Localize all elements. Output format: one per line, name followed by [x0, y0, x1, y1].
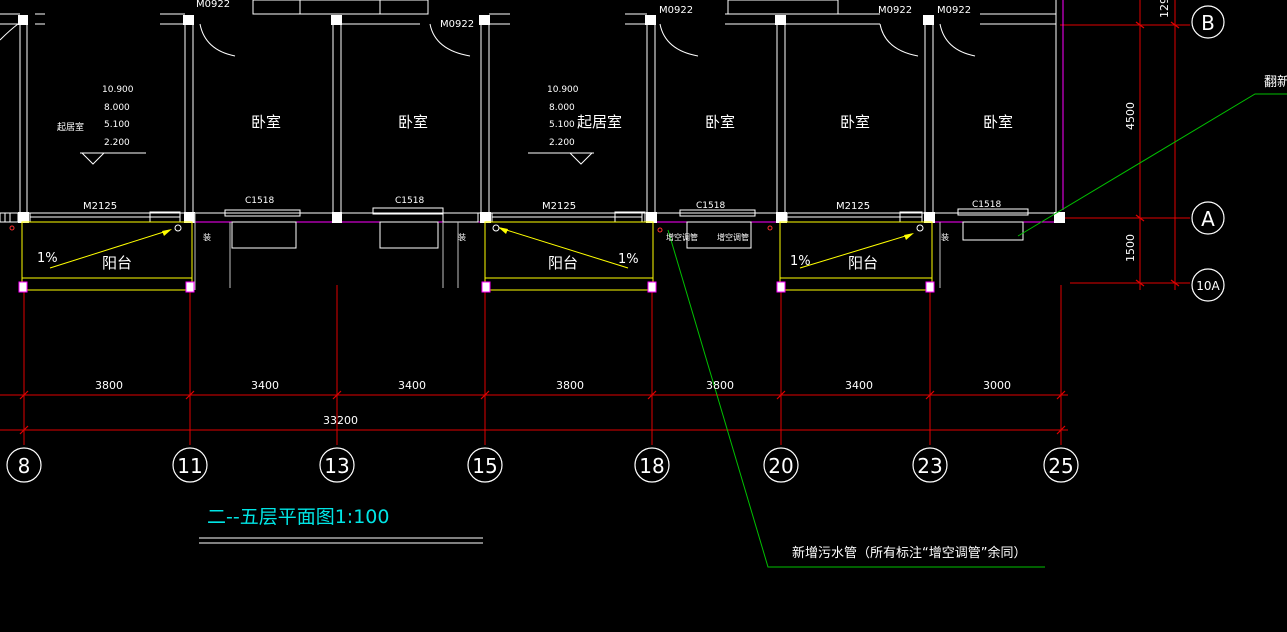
axis-label: 15 — [472, 454, 497, 478]
axis-label: B — [1201, 11, 1215, 35]
window-tag-c1518: C1518 — [696, 201, 725, 211]
axis-label: 13 — [324, 454, 349, 478]
window-tag-c1518: C1518 — [972, 200, 1001, 210]
dimension-ticks — [19, 21, 1180, 435]
leader-note: 新增污水管（所有标注“增空调管”余同） — [792, 545, 1026, 561]
dimension-value: 3400 — [251, 379, 279, 392]
slope-label: 1% — [37, 251, 58, 266]
room-label: 卧室 — [398, 113, 428, 131]
door-tag-m0922: M0922 — [440, 19, 474, 30]
axis-label: 8 — [18, 454, 31, 478]
columns — [18, 15, 1065, 223]
walls — [0, 0, 1057, 213]
door-tag-m0922: M0922 — [878, 5, 912, 16]
title-underline — [199, 537, 483, 544]
door-tag-m2125: M2125 — [542, 201, 576, 212]
room-label: 卧室 — [983, 113, 1013, 131]
window-tag-c1518: C1518 — [395, 196, 424, 206]
dimension-value: 129 — [1158, 0, 1171, 18]
dimension-value: 3800 — [706, 379, 734, 392]
slope-label: 1% — [790, 254, 811, 269]
axis-label: 23 — [917, 454, 942, 478]
leader-lines — [667, 93, 1287, 568]
room-label: 卧室 — [705, 113, 735, 131]
elevation-value: 10.900 — [102, 85, 134, 95]
elevation-markers — [80, 152, 594, 165]
balcony-label: 阳台 — [548, 254, 578, 272]
balcony-arrowheads — [162, 227, 914, 240]
axis-label: A — [1201, 207, 1215, 231]
dimension-value: 3800 — [95, 379, 123, 392]
balcony-label: 阳台 — [102, 254, 132, 272]
door-tag-m2125: M2125 — [836, 201, 870, 212]
dimension-value: 1500 — [1124, 234, 1137, 262]
door-tag-m2125: M2125 — [83, 201, 117, 212]
door-tag-m0922: M0922 — [196, 0, 230, 10]
small-mark: 装 — [458, 232, 466, 242]
axis-label: 20 — [768, 454, 793, 478]
elevation-value: 5.100 — [549, 120, 575, 130]
room-label: 卧室 — [840, 113, 870, 131]
small-mark: 装 — [203, 232, 211, 242]
dimension-value: 3000 — [983, 379, 1011, 392]
elevation-value: 5.100 — [104, 120, 130, 130]
top-right-note: 翻新 — [1264, 74, 1287, 90]
dimension-total: 33200 — [323, 414, 358, 427]
door-tag-m0922: M0922 — [659, 5, 693, 16]
room-label: 卧室 — [251, 113, 281, 131]
window-tag-c1518: C1518 — [245, 196, 274, 206]
room-label: 起居室 — [577, 113, 622, 131]
dimension-value: 3800 — [556, 379, 584, 392]
balcony-label: 阳台 — [848, 254, 878, 272]
dimension-value: 4500 — [1124, 102, 1137, 130]
elevation-value: 8.000 — [104, 103, 130, 113]
dimension-lines — [0, 394, 1068, 431]
axis-label: 25 — [1048, 454, 1073, 478]
dimension-value: 3400 — [398, 379, 426, 392]
elevation-value: 2.200 — [104, 138, 130, 148]
elevation-value: 10.900 — [547, 85, 579, 95]
floor-plan-drawing: M0922 M0922 M0922 M0922 M0922 M2125 M212… — [0, 0, 1287, 568]
dimension-value: 3400 — [845, 379, 873, 392]
slope-label: 1% — [618, 252, 639, 267]
axis-label: 11 — [177, 454, 202, 478]
room-label: 起居室 — [57, 121, 84, 133]
door-swings — [0, 23, 976, 57]
drawing-title: 二--五层平面图1:100 — [207, 506, 389, 528]
door-tag-m0922: M0922 — [937, 5, 971, 16]
axis-label: 18 — [639, 454, 664, 478]
small-mark: 装 — [941, 232, 949, 242]
ac-pipe-label: 增空调管 — [717, 232, 749, 242]
elevation-value: 2.200 — [549, 138, 575, 148]
elevation-value: 8.000 — [549, 103, 575, 113]
drain-markers — [9, 224, 924, 233]
ac-pipe-label: 增空调管 — [666, 232, 698, 242]
axis-label: 10A — [1196, 279, 1220, 293]
